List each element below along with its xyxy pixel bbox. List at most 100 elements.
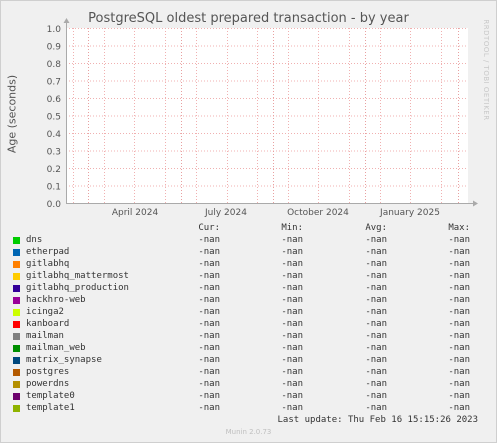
legend-row: gitlabhq -nan -nan -nan -nan [0, 259, 497, 271]
y-tick-label: 0.8 [47, 60, 62, 70]
legend-row: mailman_web -nan -nan -nan -nan [0, 343, 497, 355]
legend-value-max: -nan [448, 355, 470, 365]
legend-value-max: -nan [448, 307, 470, 317]
x-tick-label: July 2024 [204, 208, 247, 218]
legend-row: matrix_synapse -nan -nan -nan -nan [0, 355, 497, 367]
legend-value-min: -nan [281, 319, 303, 329]
legend-value-min: -nan [281, 247, 303, 257]
legend-value-cur: -nan [198, 271, 220, 281]
legend-swatch [13, 249, 20, 256]
legend-value-cur: -nan [198, 343, 220, 353]
legend-row: etherpad -nan -nan -nan -nan [0, 247, 497, 259]
legend-swatch [13, 237, 20, 244]
legend-header-avg: Avg: [365, 223, 387, 233]
y-tick-label: 0.1 [47, 183, 61, 193]
legend-value-cur: -nan [198, 379, 220, 389]
legend-series-name: kanboard [26, 319, 70, 329]
x-tick-label: January 2025 [379, 208, 440, 218]
legend-row: powerdns -nan -nan -nan -nan [0, 379, 497, 391]
legend-header-min: Min: [281, 223, 303, 233]
munin-version: Munin 2.0.73 [225, 428, 272, 436]
legend-series-name: mailman_web [26, 343, 86, 353]
legend-swatch [13, 321, 20, 328]
legend-row: icinga2 -nan -nan -nan -nan [0, 307, 497, 319]
legend-value-cur: -nan [198, 403, 220, 413]
legend-series-name: gitlabhq_mattermost [26, 271, 129, 281]
legend-value-min: -nan [281, 259, 303, 269]
legend-value-max: -nan [448, 283, 470, 293]
y-tick-label: 0.3 [47, 148, 61, 158]
legend-value-avg: -nan [365, 271, 387, 281]
legend-value-min: -nan [281, 355, 303, 365]
legend-series-name: etherpad [26, 247, 70, 257]
legend-value-max: -nan [448, 295, 470, 305]
legend-value-avg: -nan [365, 247, 387, 257]
legend-value-cur: -nan [198, 235, 220, 245]
legend-header-cur: Cur: [198, 223, 220, 233]
legend-value-cur: -nan [198, 319, 220, 329]
legend-value-min: -nan [281, 235, 303, 245]
legend-series-name: mailman [26, 331, 64, 341]
legend-swatch [13, 273, 20, 280]
legend-value-max: -nan [448, 391, 470, 401]
legend-swatch [13, 333, 20, 340]
legend-value-avg: -nan [365, 403, 387, 413]
legend-series-name: dns [26, 235, 43, 245]
legend-series-name: postgres [26, 367, 70, 377]
legend-value-max: -nan [448, 319, 470, 329]
legend-series-name: powerdns [26, 379, 70, 389]
legend-value-cur: -nan [198, 295, 220, 305]
y-tick-label: 0.6 [47, 95, 62, 105]
legend-value-min: -nan [281, 367, 303, 377]
legend-value-min: -nan [281, 307, 303, 317]
legend-value-avg: -nan [365, 355, 387, 365]
legend-value-min: -nan [281, 379, 303, 389]
legend-value-max: -nan [448, 367, 470, 377]
legend-row: template0 -nan -nan -nan -nan [0, 391, 497, 403]
y-tick-label: 1.0 [47, 25, 62, 35]
legend-series-name: gitlabhq [26, 259, 70, 269]
x-tick-label: October 2024 [287, 208, 349, 218]
legend-value-min: -nan [281, 271, 303, 281]
legend-series-name: icinga2 [26, 307, 64, 317]
legend-value-avg: -nan [365, 319, 387, 329]
legend-series-name: matrix_synapse [26, 355, 102, 365]
legend-swatch [13, 357, 20, 364]
legend-series-name: hackhro-web [26, 295, 86, 305]
legend-value-max: -nan [448, 235, 470, 245]
legend-row: dns -nan -nan -nan -nan [0, 235, 497, 247]
legend-value-avg: -nan [365, 379, 387, 389]
legend-value-avg: -nan [365, 307, 387, 317]
legend-value-cur: -nan [198, 307, 220, 317]
legend-value-cur: -nan [198, 367, 220, 377]
x-tick-label: April 2024 [112, 208, 159, 218]
legend-swatch [13, 393, 20, 400]
legend-value-min: -nan [281, 391, 303, 401]
legend-row: gitlabhq_mattermost -nan -nan -nan -nan [0, 271, 497, 283]
legend-value-min: -nan [281, 331, 303, 341]
legend-swatch [13, 381, 20, 388]
legend-row: hackhro-web -nan -nan -nan -nan [0, 295, 497, 307]
legend-swatch [13, 309, 20, 316]
legend-swatch [13, 261, 20, 268]
legend-value-avg: -nan [365, 283, 387, 293]
y-tick-label: 0.0 [47, 200, 62, 210]
y-tick-label: 0.4 [47, 130, 62, 140]
legend-swatch [13, 285, 20, 292]
legend-value-max: -nan [448, 271, 470, 281]
legend-value-min: -nan [281, 403, 303, 413]
legend-value-max: -nan [448, 331, 470, 341]
legend-value-min: -nan [281, 283, 303, 293]
legend: dns -nan -nan -nan -nan etherpad -nan -nan -nan -… [0, 235, 497, 415]
legend-series-name: gitlabhq_production [26, 283, 129, 293]
legend-value-cur: -nan [198, 283, 220, 293]
legend-value-cur: -nan [198, 259, 220, 269]
legend-row: template1 -nan -nan -nan -nan [0, 403, 497, 415]
y-tick-label: 0.2 [47, 165, 61, 175]
legend-value-avg: -nan [365, 235, 387, 245]
legend-value-max: -nan [448, 259, 470, 269]
legend-value-max: -nan [448, 343, 470, 353]
legend-value-max: -nan [448, 403, 470, 413]
last-update: Last update: Thu Feb 16 15:15:26 2023 [277, 415, 478, 425]
legend-row: gitlabhq_production -nan -nan -nan -nan [0, 283, 497, 295]
